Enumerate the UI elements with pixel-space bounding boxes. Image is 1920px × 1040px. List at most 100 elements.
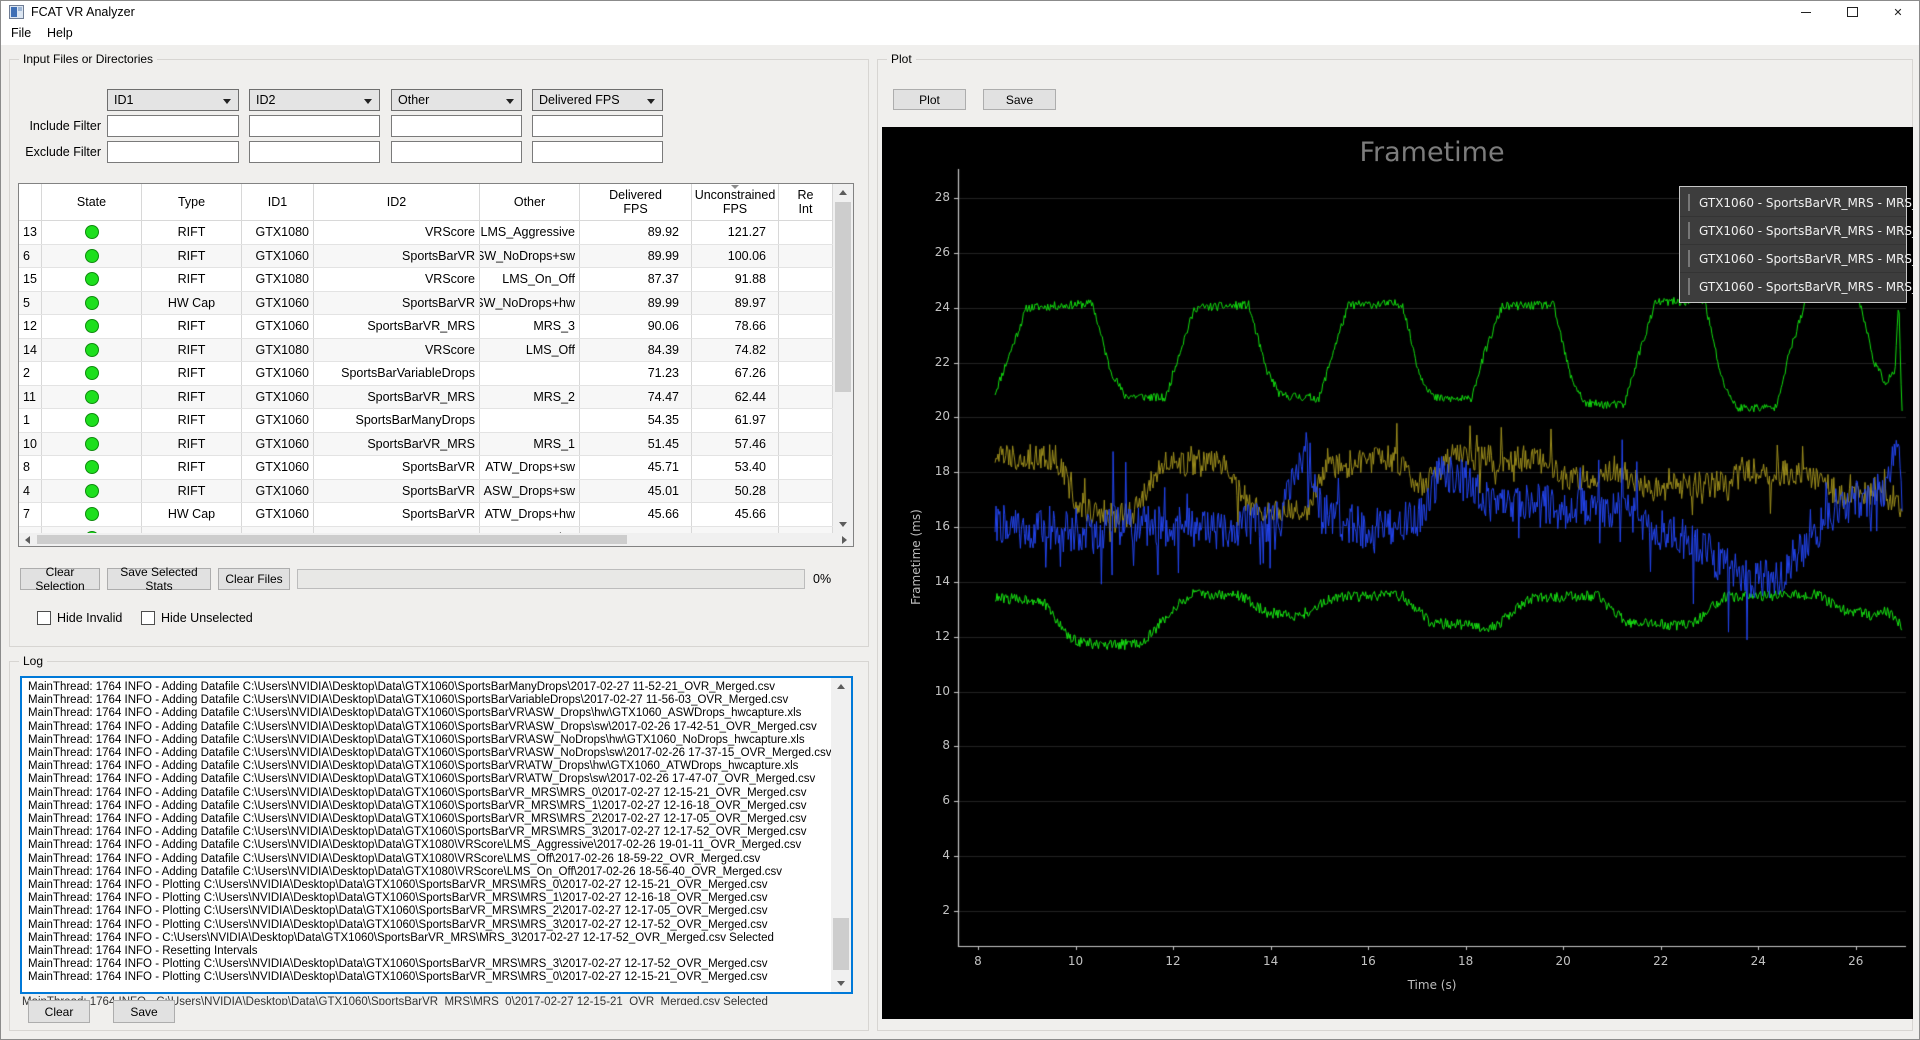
table-vertical-scrollbar[interactable] (833, 184, 853, 533)
table-row[interactable]: 11RIFTGTX1060SportsBarVR_MRSMRS_274.4762… (19, 386, 833, 410)
plot-save-button[interactable]: Save (983, 89, 1056, 110)
log-line: MainThread: 1764 INFO - Adding Datafile … (28, 681, 818, 694)
unconstrained-fps-cell: 57.46 (692, 433, 779, 456)
column-select-other[interactable]: Other (391, 89, 522, 111)
table-body: 13RIFTGTX1080VRScoreLMS_Aggressive89.921… (19, 221, 833, 547)
include-filter-other-input[interactable] (391, 115, 522, 137)
exclude-filter-id2-input[interactable] (249, 141, 380, 163)
exclude-filter-fps-input[interactable] (532, 141, 663, 163)
type-cell: RIFT (142, 386, 242, 409)
table-horizontal-scrollbar[interactable] (19, 533, 853, 546)
state-dot (42, 480, 142, 503)
delivered-fps-cell: 87.37 (580, 268, 692, 291)
column-header-id2[interactable]: ID2 (314, 184, 480, 220)
scroll-down-arrow-icon[interactable] (831, 975, 851, 992)
column-select-id1[interactable]: ID1 (107, 89, 239, 111)
id1-cell: GTX1080 (242, 221, 314, 244)
exclude-filter-id1-input[interactable] (107, 141, 239, 163)
unconstrained-fps-cell: 74.82 (692, 339, 779, 362)
type-cell: RIFT (142, 480, 242, 503)
column-header-id1[interactable]: ID1 (242, 184, 314, 220)
table-row[interactable]: 7HW CapGTX1060SportsBarVRATW_Drops+hw45.… (19, 503, 833, 527)
include-filter-fps-input[interactable] (532, 115, 663, 137)
type-cell: RIFT (142, 456, 242, 479)
log-clear-button[interactable]: Clear (28, 1000, 90, 1023)
scroll-left-arrow-icon[interactable] (19, 533, 36, 546)
include-filter-id1-input[interactable] (107, 115, 239, 137)
table-row[interactable]: 10RIFTGTX1060SportsBarVR_MRSMRS_151.4557… (19, 433, 833, 457)
app-icon (9, 5, 24, 19)
column-header-re[interactable]: Re Int (779, 184, 833, 220)
status-green-icon (85, 484, 99, 498)
table-hscroll-thumb[interactable] (37, 535, 627, 544)
delivered-fps-cell: 74.47 (580, 386, 692, 409)
column-header-type[interactable]: Type (142, 184, 242, 220)
menu-file[interactable]: File (11, 26, 31, 40)
log-output[interactable]: MainThread: 1764 INFO - Adding Datafile … (20, 676, 853, 994)
y-tick-label: 14 (916, 574, 950, 588)
log-lines: MainThread: 1764 INFO - Adding Datafile … (22, 678, 824, 988)
table-row[interactable]: 1RIFTGTX1060SportsBarManyDrops54.3561.97 (19, 409, 833, 433)
id1-cell: GTX1060 (242, 456, 314, 479)
save-selected-stats-button[interactable]: Save Selected Stats (107, 568, 211, 590)
scroll-up-arrow-icon[interactable] (831, 678, 851, 695)
table-row[interactable]: 5HW CapGTX1060SportsBarVRASW_NoDrops+hw8… (19, 292, 833, 316)
hide-invalid-checkbox[interactable] (37, 611, 51, 625)
clear-selection-button[interactable]: Clear Selection (20, 568, 100, 590)
results-table[interactable]: StateTypeID1ID2OtherDelivered FPSUnconst… (18, 183, 854, 547)
column-header-other[interactable]: Other (480, 184, 580, 220)
clear-files-button[interactable]: Clear Files (218, 568, 290, 590)
x-tick-label: 14 (1251, 954, 1291, 968)
table-row[interactable]: 12RIFTGTX1060SportsBarVR_MRSMRS_390.0678… (19, 315, 833, 339)
scroll-down-arrow-icon[interactable] (833, 516, 853, 533)
re-int-cell (779, 362, 833, 385)
close-button[interactable]: ✕ (1875, 1, 1920, 23)
column-select-id2[interactable]: ID2 (249, 89, 380, 111)
log-save-button[interactable]: Save (113, 1000, 175, 1023)
plot-group-label: Plot (887, 53, 916, 65)
log-scroll-thumb[interactable] (833, 918, 849, 970)
type-cell: RIFT (142, 362, 242, 385)
maximize-button[interactable] (1829, 1, 1875, 23)
close-icon: ✕ (1893, 6, 1902, 19)
unconstrained-fps-cell: 61.97 (692, 409, 779, 432)
state-dot (42, 433, 142, 456)
table-row[interactable]: 15RIFTGTX1080VRScoreLMS_On_Off87.3791.88 (19, 268, 833, 292)
hide-unselected-label: Hide Unselected (161, 611, 253, 625)
log-scrollbar[interactable] (831, 678, 851, 992)
table-vscroll-thumb[interactable] (835, 202, 851, 392)
column-header-rownum[interactable] (19, 184, 42, 220)
scroll-right-arrow-icon[interactable] (836, 533, 853, 546)
menu-help[interactable]: Help (47, 26, 73, 40)
type-cell: RIFT (142, 433, 242, 456)
row-number: 12 (19, 315, 42, 338)
plot-button[interactable]: Plot (893, 89, 966, 110)
status-green-icon (85, 343, 99, 357)
table-row[interactable]: 13RIFTGTX1080VRScoreLMS_Aggressive89.921… (19, 221, 833, 245)
log-line: MainThread: 1764 INFO - Adding Datafile … (28, 839, 818, 852)
id2-cell: SportsBarVR_MRS (314, 315, 480, 338)
table-row[interactable]: 14RIFTGTX1080VRScoreLMS_Off84.3974.82 (19, 339, 833, 363)
table-row[interactable]: 4RIFTGTX1060SportsBarVRASW_Drops+sw45.01… (19, 480, 833, 504)
column-select-delivered-fps[interactable]: Delivered FPS (532, 89, 663, 111)
minimize-button[interactable] (1783, 1, 1829, 23)
column-header-delivered[interactable]: Delivered FPS (580, 184, 692, 220)
table-row[interactable]: 8RIFTGTX1060SportsBarVRATW_Drops+sw45.71… (19, 456, 833, 480)
include-filter-id2-input[interactable] (249, 115, 380, 137)
table-row[interactable]: 2RIFTGTX1060SportsBarVariableDrops71.236… (19, 362, 833, 386)
id1-cell: GTX1060 (242, 386, 314, 409)
table-header[interactable]: StateTypeID1ID2OtherDelivered FPSUnconst… (19, 184, 833, 221)
table-row[interactable]: 6RIFTGTX1060SportsBarVRASW_NoDrops+sw89.… (19, 245, 833, 269)
chart-title: Frametime (958, 137, 1906, 168)
state-dot (42, 315, 142, 338)
column-header-unconstrained[interactable]: Unconstrained FPS (692, 184, 779, 220)
id1-cell: GTX1060 (242, 315, 314, 338)
row-number: 6 (19, 245, 42, 268)
delivered-fps-cell: 71.23 (580, 362, 692, 385)
exclude-filter-other-input[interactable] (391, 141, 522, 163)
scroll-up-arrow-icon[interactable] (833, 184, 853, 201)
hide-unselected-checkbox[interactable] (141, 611, 155, 625)
re-int-cell (779, 456, 833, 479)
column-header-state[interactable]: State (42, 184, 142, 220)
row-number: 15 (19, 268, 42, 291)
